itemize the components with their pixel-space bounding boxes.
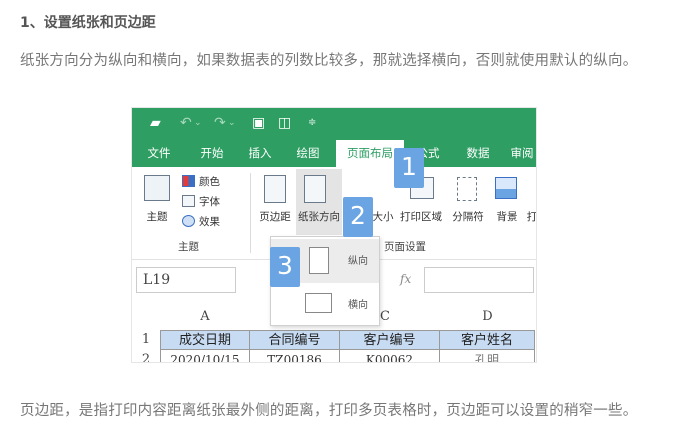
formula-input[interactable] — [424, 267, 534, 293]
customize-toolbar-icon[interactable]: ≑ — [308, 115, 316, 131]
undo-dropdown-icon[interactable]: ⌄ — [194, 115, 202, 131]
callout-1: 1 — [394, 148, 424, 188]
margin-paragraph: 页边距，是指打印内容距离纸张最外侧的距离，打印多页表格时，页边距可以设置的稍窄一… — [20, 403, 638, 419]
breaks-label: 分隔符 — [452, 211, 484, 223]
landscape-option[interactable]: 横向 — [271, 283, 379, 327]
page-setup-group-label: 页面设置 — [384, 241, 426, 253]
group-separator — [250, 173, 251, 253]
print-preview-icon[interactable]: ◫ — [278, 115, 291, 131]
theme-label: 主题 — [146, 211, 168, 223]
tab-home[interactable]: 开始 — [192, 140, 232, 167]
size-label: 大小 — [372, 211, 394, 223]
theme-icon — [144, 175, 170, 201]
wps-screenshot: ▰ ↶ ⌄ ↷ ⌄ ▣ ◫ ≑ 文件 开始 插入 绘图 页面布局 公式 数据 审… — [131, 107, 537, 363]
header-cell-date[interactable]: 成交日期 — [160, 330, 250, 350]
section-heading: 1、设置纸张和页边距 — [20, 15, 156, 31]
colors-icon — [182, 175, 195, 187]
effects-icon — [182, 215, 195, 227]
print-area-label: 打印区域 — [400, 211, 442, 223]
intro-paragraph: 纸张方向分为纵向和横向，如果数据表的列数比较多，那就选择横向，否则就使用默认的纵… — [20, 53, 638, 69]
effects-label: 效果 — [199, 216, 220, 228]
fx-icon[interactable]: fx — [400, 272, 411, 286]
row-header-2[interactable]: 2 — [132, 352, 160, 362]
landscape-page-icon — [305, 293, 332, 313]
fonts-label: 字体 — [199, 196, 220, 208]
data-cell-date[interactable]: 2020/10/15 — [160, 350, 250, 362]
landscape-label: 横向 — [348, 300, 368, 311]
undo-icon[interactable]: ↶ — [180, 115, 192, 131]
theme-group-label: 主题 — [178, 241, 199, 253]
header-cell-customer-name[interactable]: 客户姓名 — [440, 330, 535, 350]
tab-insert[interactable]: 插入 — [240, 140, 280, 167]
column-header-a[interactable]: A — [160, 308, 250, 326]
header-cell-contract[interactable]: 合同编号 — [250, 330, 340, 350]
title-bar: ▰ ↶ ⌄ ↷ ⌄ ▣ ◫ ≑ — [132, 108, 536, 140]
orientation-label: 纸张方向 — [298, 211, 340, 223]
print-titles-label[interactable]: 打 — [526, 209, 536, 224]
tab-data[interactable]: 数据 — [458, 140, 498, 167]
callout-2: 2 — [343, 197, 373, 237]
margins-label: 页边距 — [259, 211, 291, 223]
colors-label: 颜色 — [199, 176, 220, 188]
callout-3: 3 — [270, 247, 300, 287]
folder-icon[interactable]: ▰ — [150, 115, 161, 131]
portrait-page-icon — [309, 247, 329, 274]
data-cell-customer-id[interactable]: K00062 — [340, 350, 440, 362]
redo-dropdown-icon[interactable]: ⌄ — [228, 115, 236, 131]
fonts-icon — [182, 195, 195, 207]
tab-draw[interactable]: 绘图 — [288, 140, 328, 167]
breaks-icon — [457, 177, 477, 201]
row-header-1[interactable]: 1 — [132, 332, 160, 347]
ribbon-tabs: 文件 开始 插入 绘图 页面布局 公式 数据 审阅 — [132, 140, 536, 167]
margins-icon — [264, 175, 286, 203]
save-icon[interactable]: ▣ — [252, 115, 265, 131]
background-label: 背景 — [496, 211, 518, 223]
data-cell-contract[interactable]: TZ00186 — [250, 350, 340, 362]
column-header-d[interactable]: D — [440, 308, 535, 326]
redo-icon[interactable]: ↷ — [214, 115, 226, 131]
tab-review[interactable]: 审阅 — [506, 140, 536, 167]
name-box[interactable]: L19 — [136, 267, 236, 293]
header-cell-customer-id[interactable]: 客户编号 — [340, 330, 440, 350]
background-icon — [495, 177, 517, 199]
portrait-label: 纵向 — [348, 256, 368, 267]
orientation-icon — [304, 175, 326, 203]
orientation-button[interactable]: 纸张方向 — [296, 169, 342, 235]
tab-file[interactable]: 文件 — [138, 140, 180, 167]
data-cell-customer-name[interactable]: 孔明 — [440, 350, 535, 362]
